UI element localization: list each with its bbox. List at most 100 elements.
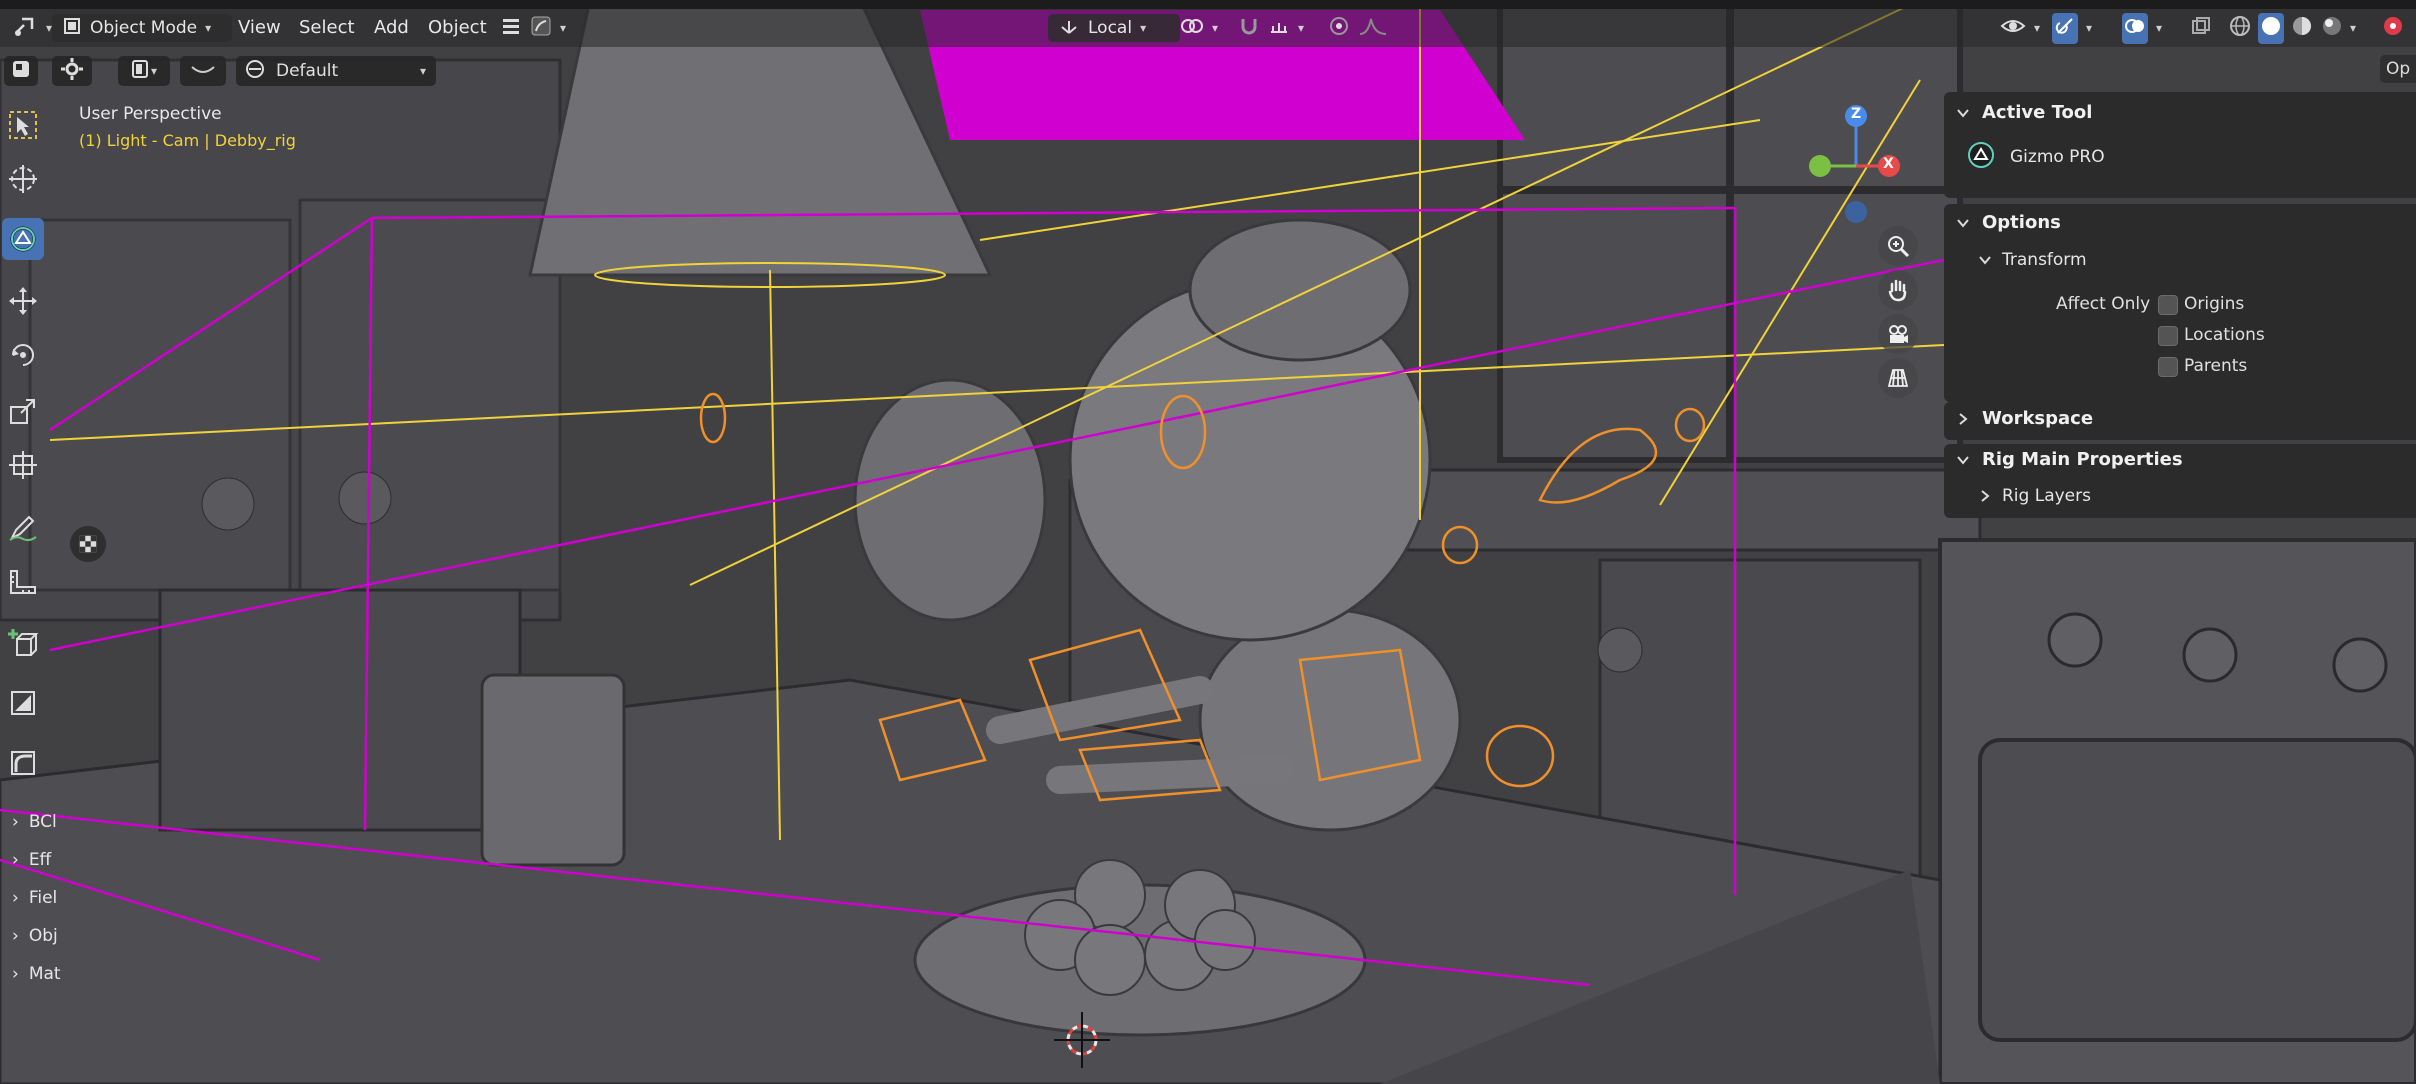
chevron-right-icon (1981, 490, 1990, 502)
top-window-strip (0, 0, 2416, 9)
falloff-curve-icon (1358, 15, 1388, 42)
transform-subheader[interactable]: Transform (1978, 250, 2087, 270)
chevron-down-icon: ▾ (1298, 21, 1305, 35)
mode-label: Object Mode (90, 18, 198, 38)
chevron-right-icon: › (12, 888, 19, 908)
tool-settings-toggle[interactable] (4, 56, 38, 86)
sidebar-tab-options[interactable]: Op (2380, 55, 2416, 83)
wireframe-shading-icon[interactable] (2228, 14, 2252, 43)
parents-checkbox[interactable] (2158, 357, 2178, 377)
proportional-editing-button[interactable] (1318, 14, 1398, 42)
menu-select[interactable]: Select (299, 17, 355, 38)
origins-checkbox[interactable] (2158, 295, 2178, 315)
overlays-toggle[interactable]: ▾ (2112, 12, 2172, 44)
chevron-down-icon: ▾ (2086, 21, 2093, 35)
add-cube-icon (8, 629, 39, 656)
options-header[interactable]: Options (1956, 212, 2061, 233)
locations-label: Locations (2184, 325, 2265, 345)
falloff-button[interactable] (180, 56, 226, 86)
xray-toggle[interactable] (2180, 14, 2222, 42)
rig-main-header[interactable]: Rig Main Properties (1956, 449, 2183, 470)
gizmo-toggle[interactable]: ▾ (2042, 12, 2102, 44)
rig-main-title: Rig Main Properties (1982, 449, 2183, 470)
rotate-tool[interactable] (2, 334, 44, 376)
viewport-perspective-label: User Perspective (79, 104, 222, 124)
viewport-display-toggle[interactable]: ▾ (490, 14, 576, 42)
collapsed-panel-bcl[interactable]: › BCl (12, 812, 57, 832)
add-cube-tool[interactable] (2, 622, 44, 664)
extra-tool-1[interactable] (2, 682, 44, 724)
shading-modes[interactable]: ▾ (2218, 12, 2366, 44)
render-engine-button[interactable] (2372, 14, 2414, 42)
xray-icon (2190, 15, 2212, 42)
collapsed-panel-obj[interactable]: › Obj (12, 926, 58, 946)
chevron-down-icon: ▾ (1140, 21, 1147, 35)
cursor-target-icon (9, 165, 37, 193)
rig-layers-subheader[interactable]: Rig Layers (1978, 486, 2091, 506)
orientation-label: Local (1088, 18, 1133, 38)
chevron-right-icon: › (12, 926, 19, 946)
solid-shading-icon[interactable] (2258, 12, 2284, 44)
chevron-down-icon (1957, 108, 1969, 118)
chevron-down-icon: ▾ (419, 64, 426, 78)
checker-button[interactable] (70, 526, 106, 562)
material-shading-icon[interactable] (2290, 14, 2314, 43)
workspace-header[interactable]: Workspace (1956, 408, 2093, 429)
pan-button[interactable] (1878, 270, 1918, 310)
transform-tool[interactable] (2, 444, 44, 486)
active-tool-header[interactable]: Active Tool (1956, 102, 2092, 123)
workspace-panel[interactable]: Workspace (1944, 402, 2416, 440)
rendered-shading-icon[interactable] (2320, 14, 2344, 43)
camera-view-button[interactable] (1878, 314, 1918, 354)
menu-add[interactable]: Add (374, 17, 409, 38)
eye-icon (2000, 15, 2026, 42)
object-mode-icon (62, 16, 82, 41)
annotate-tool[interactable] (2, 506, 44, 548)
active-tool-row[interactable]: Gizmo PRO (1966, 140, 2105, 174)
slice-box-icon (11, 691, 35, 715)
gizmo-pro-tool[interactable] (2, 218, 44, 260)
chevron-down-icon (1979, 256, 1991, 265)
gizmo-icon (2052, 12, 2078, 44)
grid-icon (1887, 369, 1909, 387)
chevron-down-icon: ▾ (560, 21, 567, 35)
active-tool-name: Gizmo PRO (2010, 147, 2105, 167)
locations-checkbox[interactable] (2158, 326, 2178, 346)
snap-increment-icon (1268, 15, 1290, 42)
active-tool-title: Active Tool (1982, 102, 2093, 123)
collapsed-panel-label: BCl (28, 812, 57, 832)
cursor-tool[interactable] (2, 158, 44, 200)
pivot-point-button[interactable]: ▾ (1170, 14, 1228, 42)
menu-object[interactable]: Object (428, 17, 487, 38)
zoom-button[interactable] (1878, 226, 1918, 266)
measure-tool[interactable] (2, 560, 44, 602)
gizmo-y-axis[interactable] (1809, 155, 1831, 177)
collapsed-panel-mat[interactable]: › Mat (12, 964, 61, 984)
move-tool[interactable] (2, 280, 44, 322)
chevron-down-icon: ▾ (2156, 21, 2163, 35)
scale-tool[interactable] (2, 390, 44, 432)
chevron-down-icon (1957, 218, 1969, 228)
overlay-box-icon (530, 15, 552, 42)
curve-box-icon (11, 751, 35, 775)
orientation-icon (1058, 15, 1080, 42)
gizmo-neg-z-axis[interactable] (1845, 201, 1867, 223)
rig-main-panel: Rig Main Properties Rig Layers (1944, 444, 2416, 518)
menu-view[interactable]: View (238, 17, 281, 38)
preset-selector[interactable]: Default ▾ (236, 56, 436, 86)
mode-selector[interactable]: Object Mode ▾ (52, 14, 232, 42)
collapsed-panel-label: Mat (28, 964, 61, 984)
settings-button[interactable] (52, 56, 92, 86)
collapsed-panel-fiel[interactable]: › Fiel (12, 888, 57, 908)
extra-tool-2[interactable] (2, 742, 44, 784)
chevron-right-icon: › (12, 850, 19, 870)
drag-mode-button[interactable]: ▾ (118, 56, 170, 86)
scale-icon (10, 399, 35, 424)
checker-icon (79, 535, 97, 553)
workspace-title: Workspace (1982, 408, 2094, 429)
select-box-tool[interactable] (2, 104, 44, 146)
transform-orientation-selector[interactable]: Local ▾ (1048, 14, 1180, 42)
snap-button[interactable]: ▾ (1228, 14, 1314, 42)
perspective-toggle-button[interactable] (1878, 358, 1918, 398)
collapsed-panel-eff[interactable]: › Eff (12, 850, 51, 870)
